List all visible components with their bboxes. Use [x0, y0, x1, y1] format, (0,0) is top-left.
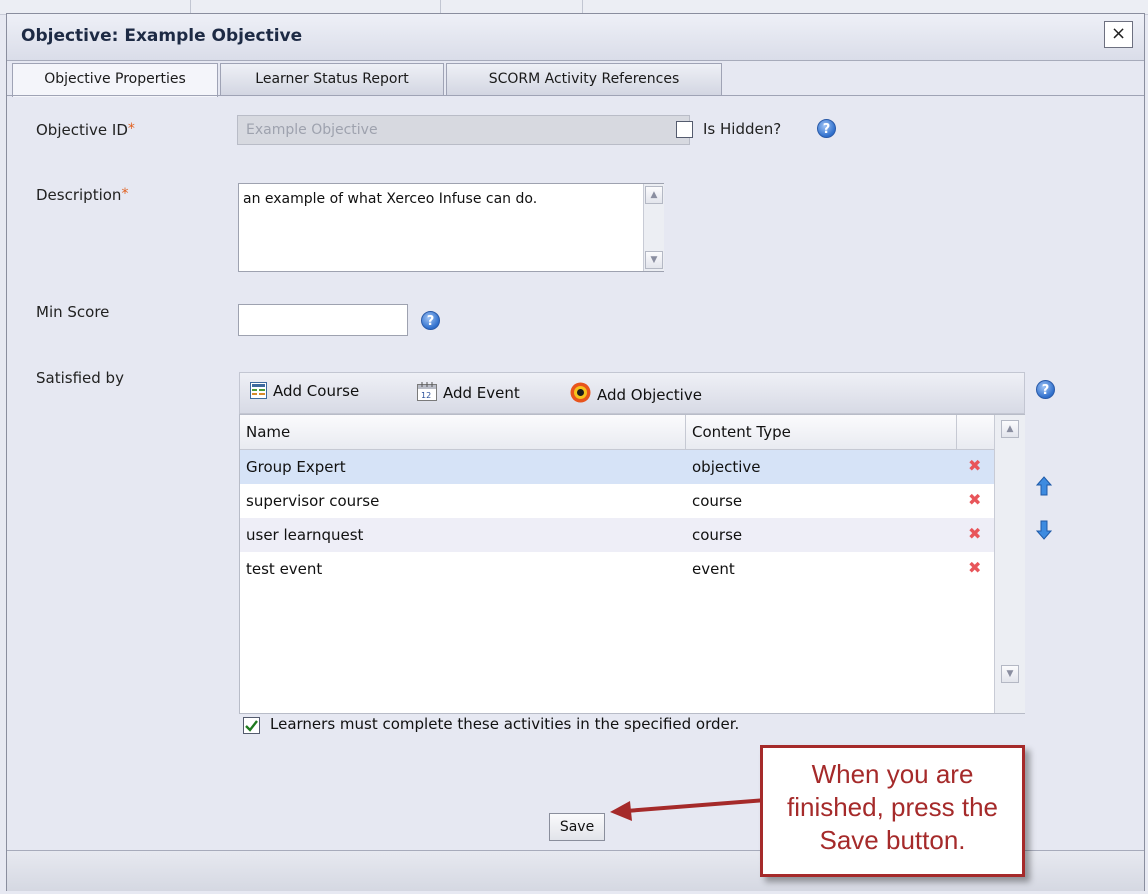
delete-icon[interactable]: ✖	[968, 560, 982, 576]
row-name: test event	[246, 560, 323, 578]
row-name: Group Expert	[246, 458, 346, 476]
scroll-up-icon[interactable]: ▲	[645, 186, 663, 204]
callout-box: When you are finished, press the Save bu…	[760, 745, 1025, 877]
table-row[interactable]: test event event ✖	[240, 552, 994, 586]
save-button[interactable]: Save	[549, 813, 605, 841]
add-objective-label: Add Objective	[597, 386, 702, 404]
row-content-type: event	[692, 560, 735, 578]
delete-icon[interactable]: ✖	[968, 492, 982, 508]
description-label: Description*	[36, 186, 128, 204]
row-content-type: course	[692, 526, 743, 544]
checkmark-icon	[245, 720, 258, 732]
add-objective-button[interactable]: Add Objective	[570, 382, 702, 407]
tab-scorm-activity-references[interactable]: SCORM Activity References	[446, 63, 722, 95]
help-icon-is-hidden[interactable]: ?	[817, 119, 836, 138]
row-name: supervisor course	[246, 492, 380, 510]
table-row[interactable]: supervisor course course ✖	[240, 484, 994, 518]
help-icon-satisfied-by[interactable]: ?	[1036, 380, 1055, 399]
add-course-button[interactable]: Add Course	[250, 382, 359, 403]
grid-toolbar: Add Course 12 Add Event Add Objective	[239, 372, 1025, 414]
min-score-label: Min Score	[36, 303, 110, 321]
description-scrollbar[interactable]: ▲ ▼	[643, 184, 664, 271]
scroll-down-icon[interactable]: ▼	[1001, 665, 1019, 683]
scroll-down-icon[interactable]: ▼	[645, 251, 663, 269]
is-hidden-checkbox[interactable]	[676, 121, 693, 138]
description-text: an example of what Xerceo Infuse can do.	[243, 191, 538, 207]
objective-id-label: Objective ID*	[36, 121, 135, 139]
background-divider	[440, 0, 441, 14]
add-event-button[interactable]: 12 Add Event	[417, 382, 520, 405]
tab-learner-status-report[interactable]: Learner Status Report	[220, 63, 444, 95]
callout-arrow-icon	[610, 798, 767, 821]
objective-id-label-text: Objective ID	[36, 121, 128, 139]
order-checkbox[interactable]	[243, 717, 260, 734]
table-row[interactable]: user learnquest course ✖	[240, 518, 994, 552]
required-marker: *	[121, 186, 129, 202]
row-name: user learnquest	[246, 526, 364, 544]
grid-header: Name Content Type	[240, 415, 994, 450]
tab-divider	[7, 95, 1144, 96]
min-score-input[interactable]	[238, 304, 408, 336]
order-label: Learners must complete these activities …	[270, 715, 740, 733]
dialog-title: Objective: Example Objective	[21, 26, 303, 46]
row-content-type: objective	[692, 458, 761, 476]
move-down-arrow-icon[interactable]	[1035, 520, 1053, 540]
background-divider	[190, 0, 191, 14]
column-header-content-type[interactable]: Content Type	[686, 415, 957, 449]
description-textarea[interactable]: an example of what Xerceo Infuse can do.…	[238, 183, 664, 272]
move-up-arrow-icon[interactable]	[1035, 476, 1053, 496]
target-icon	[570, 382, 591, 407]
course-icon	[250, 382, 267, 403]
satisfied-by-grid: Name Content Type Group Expert objective…	[239, 414, 1025, 714]
add-course-label: Add Course	[273, 382, 360, 400]
dialog-titlebar: Objective: Example Objective ×	[7, 14, 1144, 61]
delete-icon[interactable]: ✖	[968, 458, 982, 474]
background-divider	[582, 0, 583, 14]
help-icon-min-score[interactable]: ?	[421, 311, 440, 330]
row-content-type: course	[692, 492, 743, 510]
description-label-text: Description	[36, 186, 122, 204]
close-button[interactable]: ×	[1104, 21, 1133, 48]
svg-text:12: 12	[421, 391, 431, 400]
satisfied-by-label: Satisfied by	[36, 369, 124, 387]
scroll-up-icon[interactable]: ▲	[1001, 420, 1019, 438]
table-row[interactable]: Group Expert objective ✖	[240, 450, 994, 484]
column-header-name[interactable]: Name	[240, 415, 686, 449]
objective-id-input[interactable]: Example Objective	[237, 115, 690, 145]
add-event-label: Add Event	[443, 384, 520, 402]
grid-scrollbar[interactable]: ▲ ▼	[994, 415, 1025, 713]
delete-icon[interactable]: ✖	[968, 526, 982, 542]
is-hidden-label: Is Hidden?	[703, 120, 782, 138]
tab-objective-properties[interactable]: Objective Properties	[12, 63, 218, 97]
calendar-icon: 12	[417, 382, 437, 405]
required-marker: *	[127, 121, 135, 137]
